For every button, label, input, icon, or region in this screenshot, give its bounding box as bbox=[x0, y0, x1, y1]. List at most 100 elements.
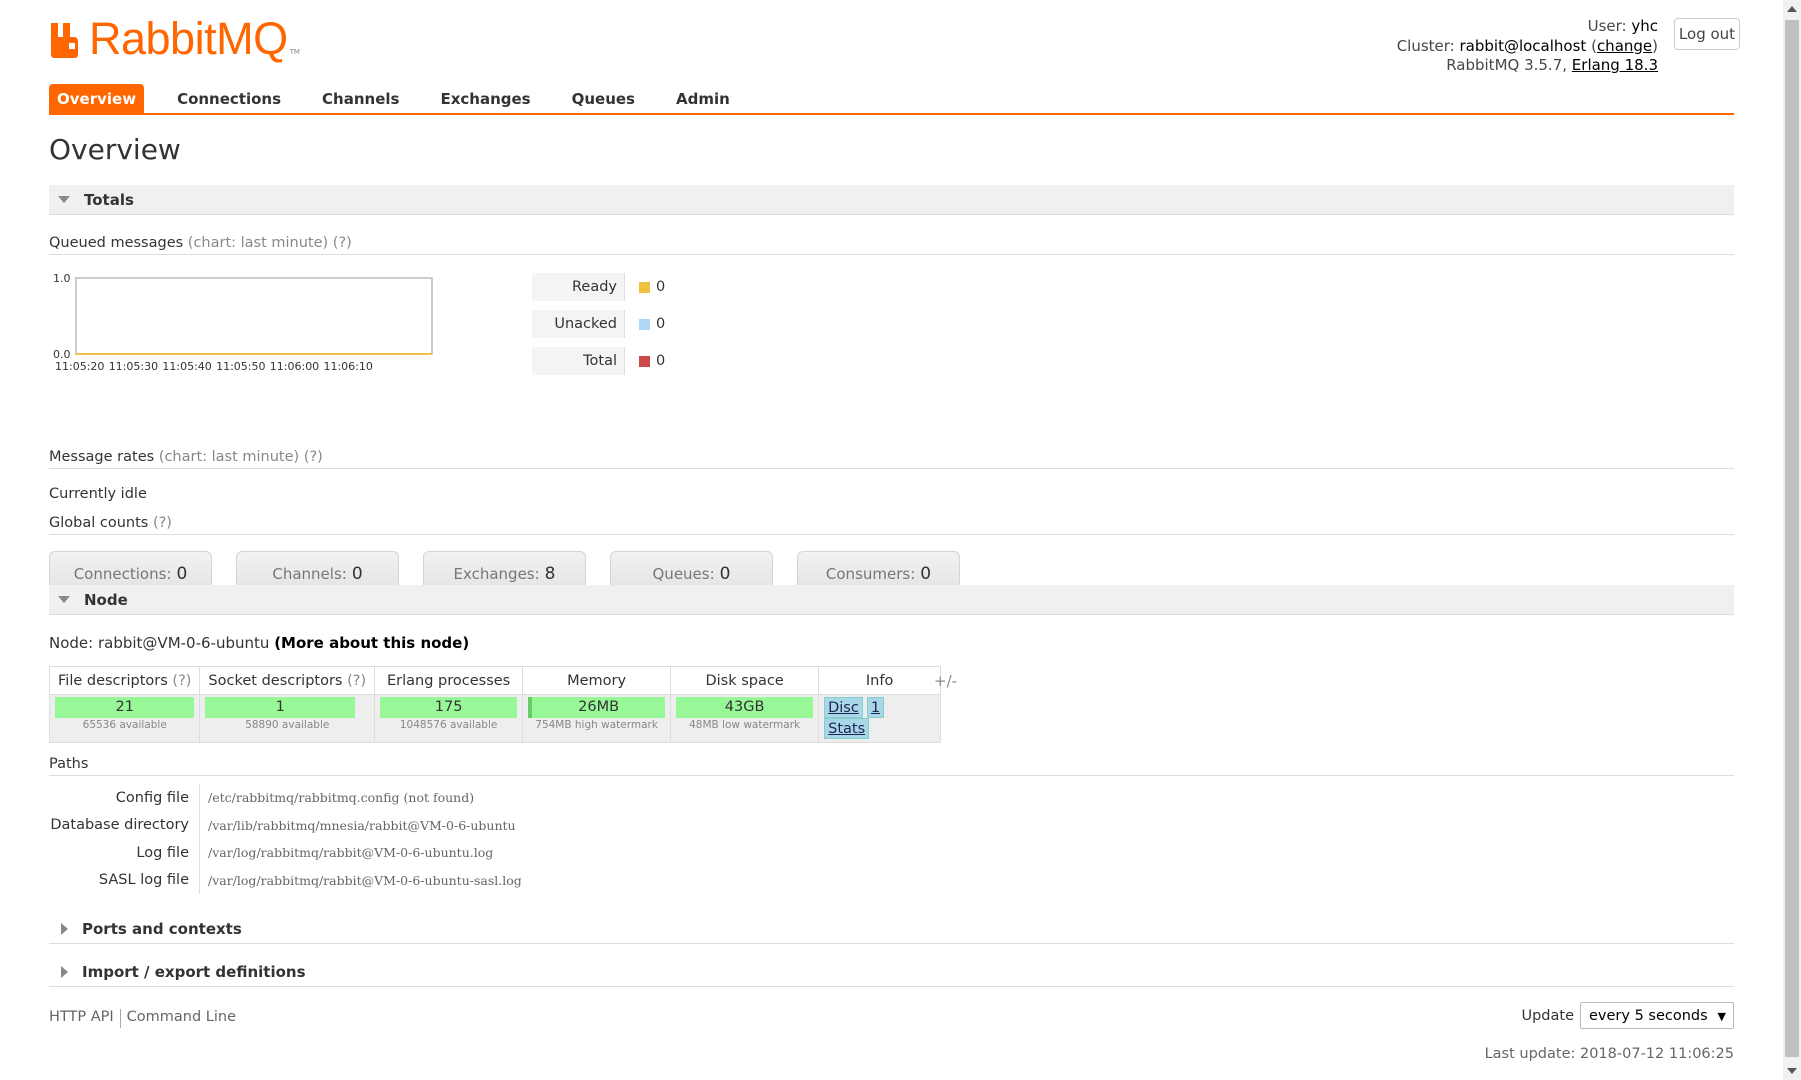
ports-and-contexts-toggle[interactable]: Ports and contexts bbox=[49, 914, 1734, 944]
paths-list: Config file /etc/rabbitmq/rabbitmq.confi… bbox=[49, 784, 522, 894]
tab-exchanges[interactable]: Exchanges bbox=[420, 84, 550, 113]
count-label: Consumers: bbox=[825, 564, 916, 583]
message-rates-heading: Message rates (chart: last minute) (?) bbox=[49, 449, 1734, 469]
path-key: Config file bbox=[115, 789, 189, 806]
col-socket-descriptors: Socket descriptors (?) bbox=[199, 666, 376, 695]
queued-messages-label: Queued messages bbox=[49, 235, 184, 251]
more-about-node-link[interactable]: (More about this node) bbox=[274, 634, 469, 652]
update-control: Update every 5 seconds ▼ bbox=[1521, 1002, 1734, 1029]
login-details: User: yhc Cluster: rabbit@localhost (cha… bbox=[1396, 17, 1658, 74]
path-row-database: Database directory /var/lib/rabbitmq/mne… bbox=[49, 811, 522, 839]
update-interval-select[interactable]: every 5 seconds ▼ bbox=[1580, 1002, 1734, 1029]
count-value: 0 bbox=[920, 563, 932, 584]
totals-section-toggle[interactable]: Totals bbox=[49, 185, 1734, 215]
page-scrollbar[interactable] bbox=[1783, 0, 1801, 1080]
socket-descriptors-bar: 1 bbox=[205, 697, 356, 718]
logo-wordmark: RabbitMQ bbox=[89, 13, 288, 64]
import-export-heading: Import / export definitions bbox=[82, 962, 306, 981]
count-value: 0 bbox=[176, 563, 188, 584]
dropdown-arrow-icon: ▼ bbox=[1717, 1010, 1726, 1023]
footer-links: HTTP API Command Line bbox=[49, 1009, 236, 1028]
logo-trademark: TM bbox=[289, 48, 300, 56]
last-update-timestamp: Last update: 2018-07-12 11:06:25 bbox=[1484, 1046, 1734, 1062]
update-interval-value: every 5 seconds bbox=[1589, 1007, 1708, 1024]
info-tag-disc[interactable]: Disc bbox=[824, 697, 863, 718]
user-label: User: bbox=[1587, 17, 1627, 35]
totals-heading: Totals bbox=[84, 190, 134, 209]
chart-x-tick-label: 11:05:30 bbox=[109, 360, 158, 373]
cluster-change-link[interactable]: change bbox=[1597, 37, 1652, 55]
path-row-log: Log file /var/log/rabbitmq/rabbit@VM-0-6… bbox=[49, 839, 522, 867]
scrollbar-thumb[interactable] bbox=[1785, 20, 1799, 1057]
legend-label-total: Total bbox=[532, 347, 625, 375]
footer-separator bbox=[119, 1009, 121, 1028]
info-cell: Disc 1Stats bbox=[818, 694, 942, 743]
count-label: Channels: bbox=[272, 564, 347, 583]
tab-admin[interactable]: Admin bbox=[656, 84, 750, 113]
tab-queues[interactable]: Queues bbox=[552, 84, 655, 113]
disk-space-bar: 43GB bbox=[676, 697, 814, 718]
help-link[interactable]: (?) bbox=[347, 673, 366, 689]
import-export-toggle[interactable]: Import / export definitions bbox=[49, 957, 1734, 987]
global-help-link[interactable]: (?) bbox=[153, 515, 172, 531]
path-value: /var/log/rabbitmq/rabbit@VM-0-6-ubuntu-s… bbox=[199, 866, 522, 894]
chart-plot-area bbox=[75, 277, 433, 355]
path-row-config: Config file /etc/rabbitmq/rabbitmq.confi… bbox=[49, 784, 522, 812]
count-value: 0 bbox=[351, 563, 363, 584]
path-value: /var/lib/rabbitmq/mnesia/rabbit@VM-0-6-u… bbox=[199, 811, 516, 839]
col-file-descriptors: File descriptors (?) bbox=[48, 666, 201, 695]
node-label: Node: bbox=[49, 634, 94, 652]
node-heading: Node bbox=[84, 590, 128, 609]
command-line-link[interactable]: Command Line bbox=[127, 1009, 236, 1028]
rates-chart-note: (chart: last minute) bbox=[158, 449, 300, 465]
info-tag-stats[interactable]: Stats bbox=[824, 718, 870, 739]
chart-x-tick-label: 11:05:40 bbox=[162, 360, 211, 373]
chart-y-tick-label: 1.0 bbox=[53, 272, 71, 285]
legend-swatch-unacked bbox=[639, 318, 650, 330]
rabbitmq-logo[interactable]: RabbitMQ TM bbox=[49, 13, 300, 64]
tab-connections[interactable]: Connections bbox=[157, 84, 301, 113]
chart-x-tick-label: 11:05:50 bbox=[216, 360, 265, 373]
chart-x-tick-label: 11:06:00 bbox=[270, 360, 319, 373]
collapse-triangle-icon bbox=[58, 596, 70, 603]
paths-heading: Paths bbox=[49, 756, 1734, 776]
queued-help-link[interactable]: (?) bbox=[333, 235, 352, 251]
file-descriptors-cell: 21 65536 available bbox=[48, 694, 201, 743]
logout-button[interactable]: Log out bbox=[1674, 18, 1740, 50]
node-section-toggle[interactable]: Node bbox=[49, 585, 1734, 615]
queued-messages-chart: 1.0 0.0 11:05:20 11:05:30 11:05:40 11:05:50 11… bbox=[50, 272, 486, 383]
memory-cell: 26MB 754MB high watermark bbox=[522, 694, 672, 743]
path-value: /etc/rabbitmq/rabbitmq.config (not found… bbox=[199, 784, 474, 812]
http-api-link[interactable]: HTTP API bbox=[49, 1009, 114, 1028]
memory-bar: 26MB bbox=[528, 697, 666, 718]
column-toggle-link[interactable]: +/- bbox=[934, 672, 957, 690]
col-erlang-processes: Erlang processes bbox=[374, 666, 524, 695]
count-label: Connections: bbox=[73, 564, 172, 583]
legend-row-unacked: Unacked 0 bbox=[532, 310, 665, 338]
col-info: Info bbox=[818, 666, 942, 695]
path-key: Log file bbox=[136, 844, 189, 861]
rates-help-link[interactable]: (?) bbox=[304, 449, 323, 465]
count-value: 8 bbox=[544, 563, 556, 584]
help-link[interactable]: (?) bbox=[172, 673, 191, 689]
idle-status: Currently idle bbox=[49, 486, 147, 502]
info-tag-count[interactable]: 1 bbox=[866, 697, 885, 718]
erlang-processes-available: 1048576 available bbox=[399, 719, 498, 731]
page-title: Overview bbox=[49, 133, 181, 166]
main-nav-tabs: Overview Connections Channels Exchanges … bbox=[49, 84, 1734, 115]
count-label: Exchanges: bbox=[453, 564, 540, 583]
erlang-processes-bar: 175 bbox=[380, 697, 518, 718]
tab-overview[interactable]: Overview bbox=[49, 84, 145, 113]
col-disk-space: Disk space bbox=[670, 666, 820, 695]
disk-space-cell: 43GB 48MB low watermark bbox=[670, 694, 820, 743]
path-value: /var/log/rabbitmq/rabbit@VM-0-6-ubuntu.l… bbox=[199, 839, 493, 867]
erlang-link[interactable]: Erlang 18.3 bbox=[1572, 56, 1658, 74]
legend-value-total: 0 bbox=[656, 353, 666, 369]
expand-triangle-icon bbox=[61, 965, 68, 978]
tab-channels[interactable]: Channels bbox=[302, 84, 419, 113]
scroll-up-icon[interactable] bbox=[1787, 6, 1797, 12]
global-counts-heading: Global counts (?) bbox=[49, 515, 1734, 535]
rabbitmq-logo-icon bbox=[49, 21, 85, 59]
scroll-down-icon[interactable] bbox=[1787, 1068, 1797, 1074]
node-stats-table: File descriptors (?) Socket descriptors … bbox=[48, 666, 942, 743]
